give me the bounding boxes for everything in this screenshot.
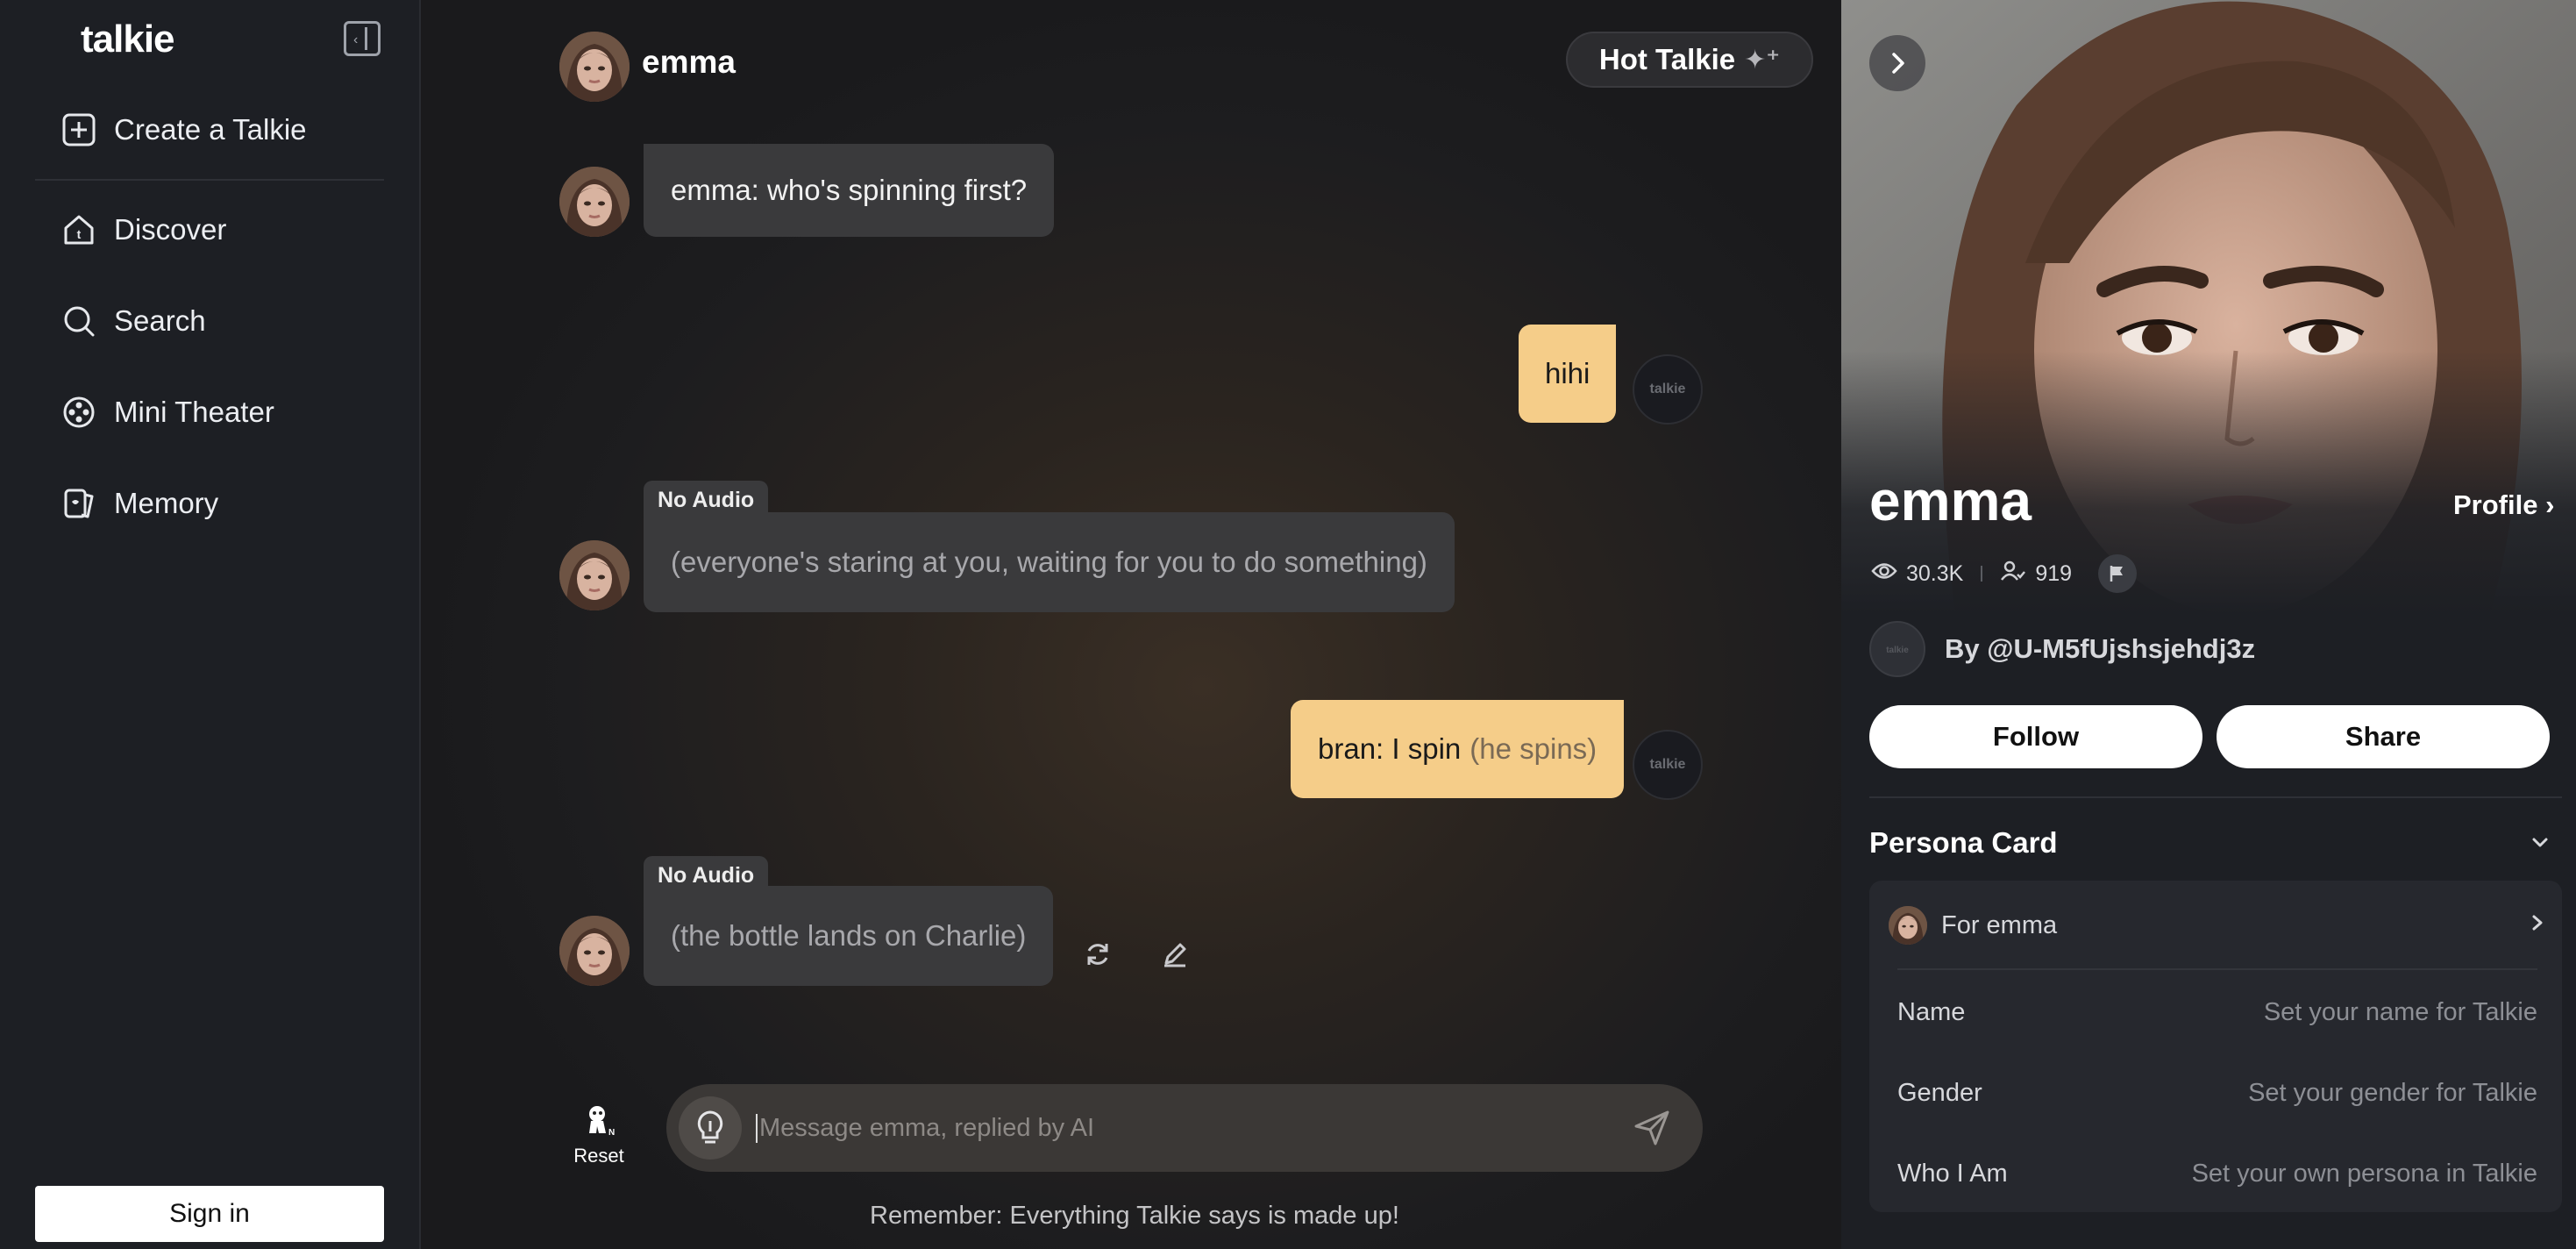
sidebar-item-mini-theater[interactable]: Mini Theater	[61, 386, 274, 439]
persona-row-value: Set your own persona in Talkie	[2191, 1159, 2537, 1188]
creator-row[interactable]: talkie By @U-M5fUjshsjehdj3z	[1869, 621, 2255, 677]
message-avatar	[559, 916, 630, 986]
film-reel-icon	[61, 395, 96, 430]
message-avatar	[559, 540, 630, 610]
user-message: hihi	[1519, 325, 1617, 423]
edit-icon[interactable]	[1156, 935, 1194, 974]
message-text: hihi	[1545, 357, 1590, 389]
reset-button[interactable]: N Reset	[570, 1103, 628, 1167]
hot-talkie-label: Hot Talkie	[1598, 43, 1736, 75]
reset-label: Reset	[573, 1145, 624, 1167]
send-icon[interactable]	[1626, 1102, 1678, 1154]
chevron-right-icon: ›	[2537, 489, 2555, 520]
chevron-right-icon[interactable]	[1869, 35, 1925, 91]
sparkle-icon: ✦⁺	[1744, 45, 1781, 75]
eye-icon	[1871, 561, 1897, 587]
ai-message: emma: who's spinning first?	[644, 144, 1055, 237]
sign-in-button[interactable]: Sign in	[35, 1186, 384, 1242]
creator-avatar: talkie	[1869, 621, 1925, 677]
share-button[interactable]: Share	[2217, 705, 2550, 768]
app-root: talkie ‹ Create a Talkie t Discover Sear…	[0, 0, 2576, 1249]
follow-button[interactable]: Follow	[1869, 705, 2202, 768]
ai-message: (everyone's staring at you, waiting for …	[644, 512, 1455, 612]
svg-text:N: N	[608, 1128, 615, 1137]
chevron-down-icon[interactable]	[2527, 830, 2553, 856]
user-avatar: talkie	[1633, 354, 1703, 425]
stat-divider	[1981, 566, 1983, 582]
followers-count: 919	[2035, 560, 2073, 586]
sidebar-item-search[interactable]: Search	[61, 295, 206, 347]
persona-for-label: For emma	[1941, 910, 2058, 939]
sidebar-item-discover[interactable]: t Discover	[61, 203, 226, 256]
chat-area: emma Hot Talkie ✦⁺ emma: who's spinning …	[421, 0, 1841, 1249]
persona-row-label: Name	[1897, 997, 1966, 1026]
search-icon	[61, 303, 96, 339]
profile-link[interactable]: Profile ›	[2453, 489, 2554, 521]
message-input[interactable]	[756, 1113, 1626, 1143]
character-stats: 30.3K 919	[1871, 554, 2138, 593]
persona-row-label: Who I Am	[1897, 1159, 2008, 1188]
persona-card-title: Persona Card	[1869, 826, 2058, 859]
message-text: (everyone's staring at you, waiting for …	[671, 546, 1427, 578]
persona-row-gender[interactable]: Gender Set your gender for Talkie	[1897, 1053, 2537, 1133]
svg-text:t: t	[77, 227, 82, 241]
user-avatar: talkie	[1633, 730, 1703, 800]
sidebar: talkie ‹ Create a Talkie t Discover Sear…	[0, 0, 421, 1249]
persona-row-value: Set your name for Talkie	[2263, 997, 2537, 1026]
lightbulb-icon[interactable]	[679, 1096, 742, 1160]
reset-icon: N	[589, 1106, 615, 1138]
profile-link-label: Profile	[2453, 489, 2538, 520]
sidebar-item-create[interactable]: Create a Talkie	[61, 103, 307, 156]
message-avatar	[559, 167, 630, 237]
sidebar-item-label: Create a Talkie	[114, 113, 307, 146]
user-message: bran: I spin (he spins)	[1291, 700, 1625, 798]
report-flag-icon[interactable]	[2098, 554, 2138, 593]
message-aside-text: (he spins)	[1469, 732, 1598, 765]
views-count: 30.3K	[1906, 560, 1964, 586]
memory-cards-icon	[61, 486, 96, 521]
sidebar-divider	[35, 179, 384, 181]
message-text: (the bottle lands on Charlie)	[671, 919, 1027, 952]
persona-row-who-i-am[interactable]: Who I Am Set your own persona in Talkie	[1897, 1133, 2537, 1214]
regenerate-icon[interactable]	[1078, 935, 1117, 974]
home-icon: t	[61, 212, 96, 247]
message-text: emma: who's spinning first?	[671, 174, 1028, 206]
collapse-sidebar-icon[interactable]: ‹	[344, 21, 381, 56]
persona-row-label: Gender	[1897, 1078, 1982, 1107]
chevron-right-icon	[2529, 911, 2546, 940]
character-name: emma	[1869, 469, 2032, 532]
followers-icon	[2000, 560, 2026, 588]
sidebar-item-label: Mini Theater	[114, 396, 274, 428]
persona-avatar	[1889, 906, 1927, 945]
creator-name: By @U-M5fUjshsjehdj3z	[1945, 633, 2256, 664]
persona-row-value: Set your gender for Talkie	[2248, 1078, 2537, 1107]
character-avatar[interactable]	[559, 32, 630, 102]
talkie-logo[interactable]: talkie	[81, 18, 175, 61]
sidebar-item-memory[interactable]: Memory	[61, 477, 218, 530]
persona-divider	[1897, 968, 2537, 970]
plus-square-icon	[61, 112, 96, 147]
disclaimer-text: Remember: Everything Talkie says is made…	[870, 1202, 1399, 1230]
chat-character-name[interactable]: emma	[642, 44, 736, 81]
persona-for-selector[interactable]: For emma	[1889, 902, 2546, 949]
message-text: bran: I spin	[1318, 732, 1462, 765]
persona-card: For emma Name Set your name for Talkie G…	[1869, 881, 2562, 1212]
character-panel: emma Profile › 30.3K 919 talkie By @U-M5…	[1841, 0, 2576, 1249]
message-composer	[666, 1084, 1703, 1172]
ai-message: (the bottle lands on Charlie)	[644, 886, 1054, 986]
panel-divider	[1869, 796, 2562, 798]
persona-row-name[interactable]: Name Set your name for Talkie	[1897, 972, 2537, 1053]
svg-text:talkie: talkie	[1886, 646, 1909, 655]
sidebar-item-label: Search	[114, 304, 206, 337]
hot-talkie-button[interactable]: Hot Talkie ✦⁺	[1566, 32, 1813, 88]
sidebar-item-label: Discover	[114, 213, 227, 246]
sidebar-item-label: Memory	[114, 487, 219, 519]
